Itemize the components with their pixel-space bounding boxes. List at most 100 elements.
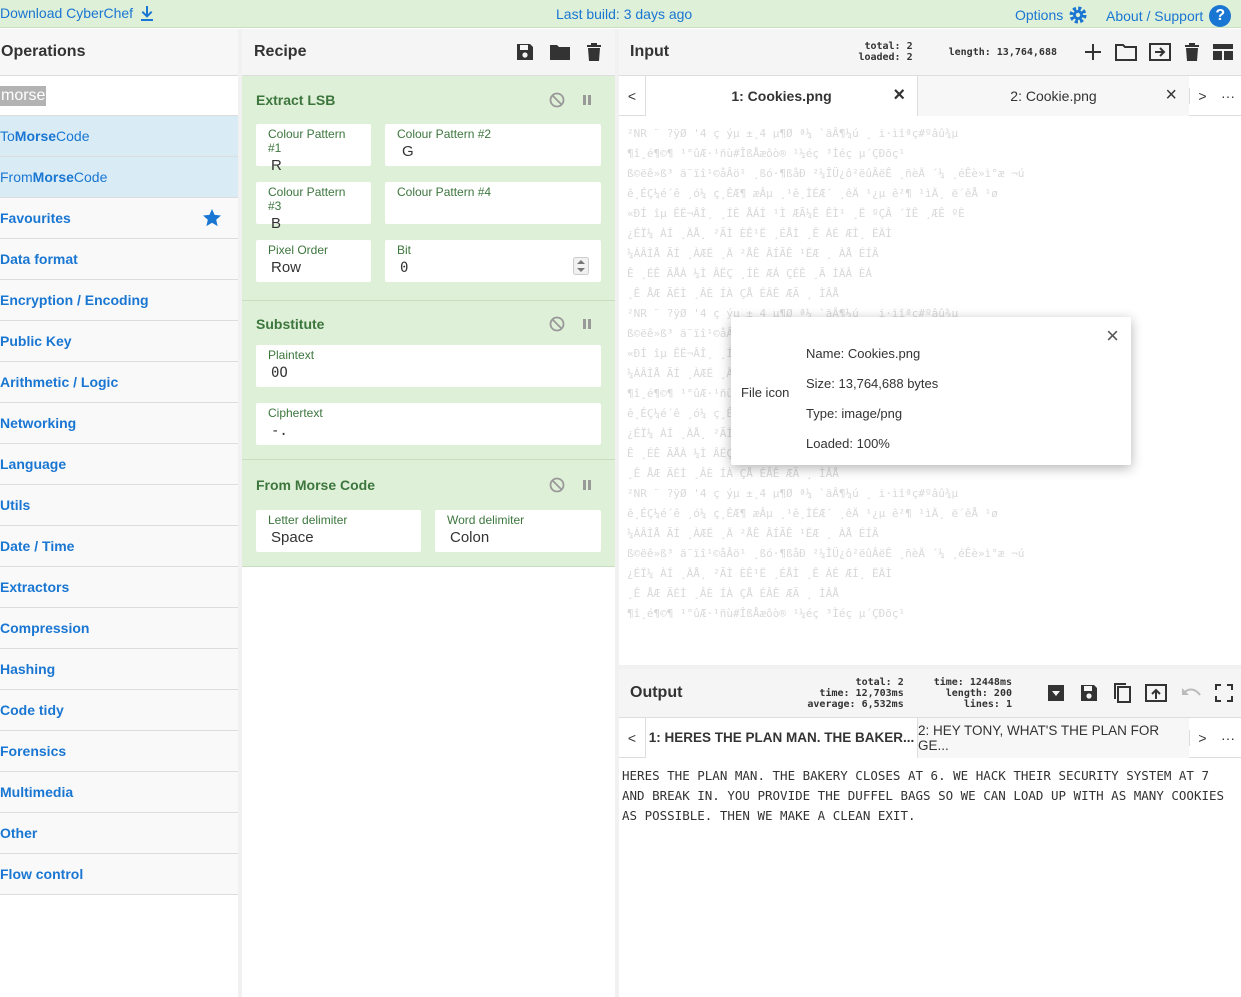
top-bar: Download CyberChef Last build: 3 days ag… xyxy=(0,0,1241,28)
trash-icon[interactable] xyxy=(585,42,603,62)
pixel-order-select[interactable]: Pixel Order Row xyxy=(256,240,371,282)
disable-icon[interactable] xyxy=(549,477,565,493)
save-icon[interactable] xyxy=(1079,683,1099,703)
options-link[interactable]: Options xyxy=(1015,5,1088,25)
op-substitute: Substitute Plaintext 0O Ciphertext -. xyxy=(242,301,615,460)
bit-number-input[interactable]: Bit 0 xyxy=(385,240,601,282)
tab-more-button[interactable]: ··· xyxy=(1215,88,1241,104)
output-title: Output xyxy=(630,684,683,701)
plaintext-field[interactable]: Plaintext 0O xyxy=(256,345,601,387)
close-icon[interactable]: × xyxy=(1165,84,1177,107)
category-flow-control[interactable]: Flow control xyxy=(0,854,238,895)
preview-line: ¶î¸é¶©¶ ¹°ûÆ·¹ñù#ÎßÅæôò® ¹¼éç ³Ìéç µ´ÇÐõ… xyxy=(627,607,906,620)
tab-next-button[interactable]: > xyxy=(1189,729,1215,746)
gear-icon xyxy=(1069,6,1087,24)
field-value: R xyxy=(271,157,282,174)
close-icon[interactable]: × xyxy=(1106,323,1119,349)
layout-icon[interactable] xyxy=(1213,43,1233,61)
category-label: Language xyxy=(0,456,67,472)
category-data-format[interactable]: Data format xyxy=(0,239,238,280)
category-extractors[interactable]: Extractors xyxy=(0,567,238,608)
tab-label: 1: Cookies.png xyxy=(731,87,832,104)
preview-line: ¸Ê ÅÆ ÃÉÌ ¸ÂÈ ÍÀ ÇÅ ÉÂÊ ÆÃ ¸ ÌÂÅ xyxy=(627,467,839,480)
pause-icon[interactable] xyxy=(581,94,593,106)
download-label: Download CyberChef xyxy=(0,5,134,21)
category-favourites[interactable]: Favourites xyxy=(0,198,238,239)
category-label: Utils xyxy=(0,497,31,513)
preview-line: ê¸ÉÇ¼é´ê ¸ó¼ ç¸ÊÆ¶ æÂµ ¸¹ê¸ÌÉÆ´ ¸êÄ ¹¿µ … xyxy=(627,507,998,520)
input-tab-2[interactable]: 2: Cookie.png × xyxy=(917,75,1189,116)
category-arithmetic-logic[interactable]: Arithmetic / Logic xyxy=(0,362,238,403)
tab-next-button[interactable]: > xyxy=(1189,87,1215,104)
save-icon[interactable] xyxy=(515,42,535,62)
copy-icon[interactable] xyxy=(1112,682,1132,704)
colour-pattern-4-field[interactable]: Colour Pattern #4 xyxy=(385,182,601,224)
letter-delimiter-select[interactable]: Letter delimiter Space xyxy=(256,510,421,552)
field-value: B xyxy=(271,215,282,232)
tab-prev-button[interactable]: < xyxy=(619,88,645,104)
preview-line: ß©ëê»ß³ ä¯ïî¹©åÂö¹ ¸ßó·¶ßåÐ ²¼ÎÜ¿ô²ëûÂëÊ… xyxy=(627,547,1025,560)
search-value: morse xyxy=(0,85,47,106)
category-other[interactable]: Other xyxy=(0,813,238,854)
category-compression[interactable]: Compression xyxy=(0,608,238,649)
stat-total: total: 2 xyxy=(855,676,904,688)
undo-icon[interactable] xyxy=(1180,685,1202,701)
op-from-morse-code[interactable]: From Morse Code xyxy=(0,157,238,198)
category-label: Other xyxy=(0,825,38,841)
trash-icon[interactable] xyxy=(1183,42,1201,62)
preview-line: ¿ÉÏ¼ ÀÍ ¸ÄÅ¸ ²ÃÌ ÈÊ¹Ë ¸ÉÅÌ ¸Ê ÁÉ ÆÍ¸ ËÄÌ xyxy=(627,227,892,240)
preview-line: ¶î¸é¶©¶ ¹°ûÆ·¹ñù#ÎßÅæôò® ¹¼éç ³Ìéç µ´ÇÐõ… xyxy=(627,147,906,160)
category-date-time[interactable]: Date / Time xyxy=(0,526,238,567)
search-input[interactable]: morse xyxy=(0,76,238,116)
category-hashing[interactable]: Hashing xyxy=(0,649,238,690)
close-icon[interactable]: × xyxy=(893,84,905,107)
op-title: From Morse Code xyxy=(256,477,376,493)
category-language[interactable]: Language xyxy=(0,444,238,485)
output-header: Output total: 2 time: 12,703ms average: … xyxy=(619,669,1241,718)
recipe-panel: Recipe Extract LSB Colour Pattern #1 R Co… xyxy=(242,29,615,997)
disable-icon[interactable] xyxy=(549,92,565,108)
output-panel: Output total: 2 time: 12,703ms average: … xyxy=(619,669,1241,997)
folder-icon[interactable] xyxy=(549,42,571,62)
replace-input-icon[interactable] xyxy=(1145,683,1167,703)
category-networking[interactable]: Networking xyxy=(0,403,238,444)
download-link[interactable]: Download CyberChef xyxy=(0,5,155,21)
disable-icon[interactable] xyxy=(549,316,565,332)
category-multimedia[interactable]: Multimedia xyxy=(0,772,238,813)
file-name: Name: Cookies.png xyxy=(806,346,921,361)
category-public-key[interactable]: Public Key xyxy=(0,321,238,362)
tab-more-button[interactable]: ··· xyxy=(1215,730,1241,746)
input-tab-1[interactable]: 1: Cookies.png × xyxy=(645,75,917,116)
colour-pattern-1-field[interactable]: Colour Pattern #1 R xyxy=(256,124,371,174)
category-code-tidy[interactable]: Code tidy xyxy=(0,690,238,731)
field-value: G xyxy=(402,143,414,160)
category-forensics[interactable]: Forensics xyxy=(0,731,238,772)
op-to-morse-code[interactable]: To Morse Code xyxy=(0,116,238,157)
word-delimiter-select[interactable]: Word delimiter Colon xyxy=(435,510,601,552)
output-tab-1[interactable]: 1: HERES THE PLAN MAN. THE BAKER... xyxy=(645,717,917,758)
file-info: Name: Cookies.png Size: 13,764,688 bytes… xyxy=(806,339,938,459)
category-utils[interactable]: Utils xyxy=(0,485,238,526)
about-link[interactable]: About / Support ? xyxy=(1106,5,1232,27)
field-label: Colour Pattern #4 xyxy=(397,185,492,199)
pause-icon[interactable] xyxy=(581,318,593,330)
category-label: Networking xyxy=(0,415,77,431)
tab-prev-button[interactable]: < xyxy=(619,730,645,746)
stat-total: total: 2 xyxy=(864,41,913,52)
ciphertext-field[interactable]: Ciphertext -. xyxy=(256,403,601,445)
output-tab-2[interactable]: 2: HEY TONY, WHAT'S THE PLAN FOR GE... xyxy=(917,717,1189,758)
stat-length: length: 200 xyxy=(945,687,1012,699)
tab-label: 2: HEY TONY, WHAT'S THE PLAN FOR GE... xyxy=(918,722,1160,753)
maximise-icon[interactable] xyxy=(1215,684,1233,702)
colour-pattern-2-field[interactable]: Colour Pattern #2 G xyxy=(385,124,601,166)
open-file-icon[interactable] xyxy=(1149,42,1171,62)
category-encryption-encoding[interactable]: Encryption / Encoding xyxy=(0,280,238,321)
pause-icon[interactable] xyxy=(581,479,593,491)
output-text[interactable]: HERES THE PLAN MAN. THE BAKERY CLOSES AT… xyxy=(619,758,1237,834)
add-icon[interactable] xyxy=(1083,42,1103,62)
spinner-icon[interactable] xyxy=(573,257,589,275)
recipe-header: Recipe xyxy=(242,29,615,76)
open-folder-icon[interactable] xyxy=(1115,42,1137,62)
download-icon[interactable] xyxy=(1046,683,1066,703)
colour-pattern-3-field[interactable]: Colour Pattern #3 B xyxy=(256,182,371,232)
